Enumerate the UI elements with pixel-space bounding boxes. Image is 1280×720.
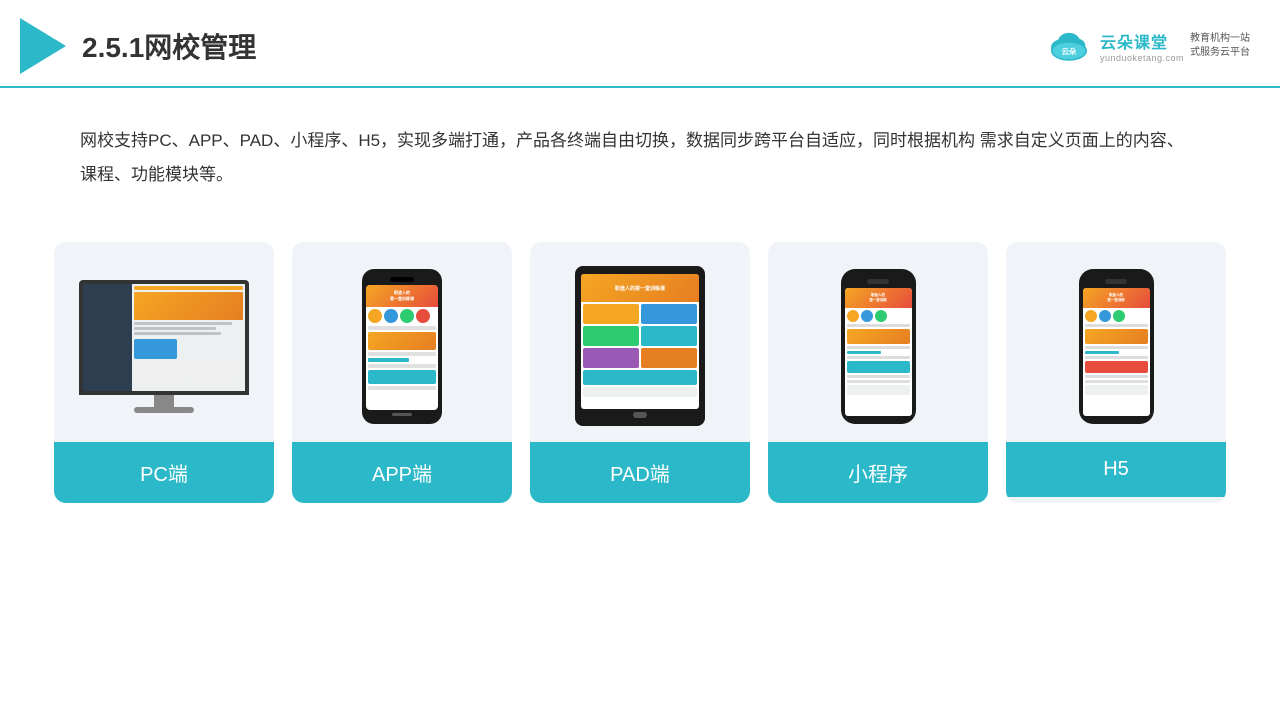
cloud-icon: 云朵	[1044, 28, 1094, 64]
brand-name: 云朵课堂	[1100, 29, 1168, 53]
brand-logo: 云朵 云朵课堂 yunduoketang.com 教育机构一站式服务云平台	[1044, 28, 1250, 64]
card-pc: PC端	[54, 242, 274, 503]
brand-slogan: 教育机构一站式服务云平台	[1190, 32, 1250, 60]
card-pc-label: PC端	[54, 442, 274, 503]
card-app: 职途人的第一堂训练课	[292, 242, 512, 503]
card-miniprogram: 职途人的第一堂训练	[768, 242, 988, 503]
pc-monitor-icon	[74, 280, 254, 413]
logo-triangle-icon	[20, 18, 66, 74]
page-title: 2.5.1网校管理	[82, 26, 256, 66]
app-phone-icon: 职途人的第一堂训练课	[362, 269, 442, 424]
card-pc-image	[54, 242, 274, 442]
pad-tablet-icon: 职途人的第一堂训练课	[575, 266, 705, 426]
description-text: 网校支持PC、APP、PAD、小程序、H5，实现多端打通，产品各终端自由切换，数…	[0, 88, 1280, 212]
card-pad-image: 职途人的第一堂训练课	[530, 242, 750, 442]
card-app-label: APP端	[292, 442, 512, 503]
header: 2.5.1网校管理 云朵 云朵课堂 yunduoketang.com 教育机构一…	[0, 0, 1280, 88]
brand-text-block: 云朵课堂 yunduoketang.com	[1100, 29, 1184, 63]
card-pad-label: PAD端	[530, 442, 750, 503]
card-h5-image: 职途人的第一堂训练	[1006, 242, 1226, 442]
header-left: 2.5.1网校管理	[20, 18, 256, 74]
header-right: 云朵 云朵课堂 yunduoketang.com 教育机构一站式服务云平台	[1044, 28, 1250, 64]
svg-text:云朵: 云朵	[1062, 47, 1077, 56]
card-h5: 职途人的第一堂训练	[1006, 242, 1226, 503]
miniprogram-phone-icon: 职途人的第一堂训练	[841, 269, 916, 424]
card-app-image: 职途人的第一堂训练课	[292, 242, 512, 442]
card-pad: 职途人的第一堂训练课 PAD端	[530, 242, 750, 503]
card-miniprogram-label: 小程序	[768, 442, 988, 503]
brand-url: yunduoketang.com	[1100, 53, 1184, 63]
cards-container: PC端 职途人的第一堂训练课	[0, 222, 1280, 503]
card-miniprogram-image: 职途人的第一堂训练	[768, 242, 988, 442]
h5-phone-icon: 职途人的第一堂训练	[1079, 269, 1154, 424]
description-content: 网校支持PC、APP、PAD、小程序、H5，实现多端打通，产品各终端自由切换，数…	[80, 131, 1184, 184]
card-h5-label: H5	[1006, 442, 1226, 497]
